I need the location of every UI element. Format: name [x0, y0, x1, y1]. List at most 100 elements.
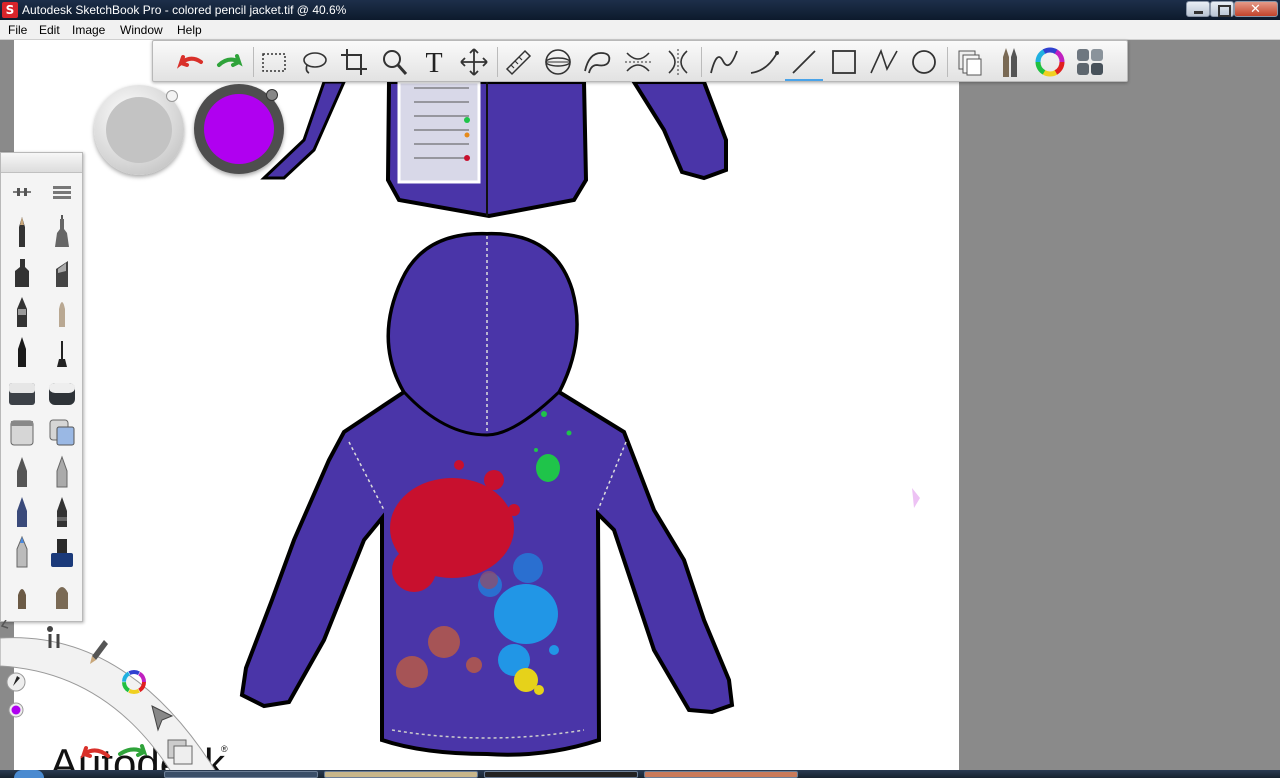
jacket-back-view [239, 231, 920, 757]
menu-help[interactable]: Help [177, 23, 202, 37]
puck-handle[interactable] [166, 90, 178, 102]
curve-line-tool[interactable] [745, 43, 783, 81]
taskbar-item[interactable] [324, 771, 478, 778]
puck-face [106, 97, 172, 163]
maximize-button[interactable] [1210, 1, 1234, 17]
symmetry-y-icon [668, 49, 688, 75]
redo-arrow-icon [217, 54, 243, 67]
taskbar-item[interactable] [484, 771, 638, 778]
lagoon-current-color[interactable] [8, 702, 24, 718]
ink-bottle-icon [51, 539, 73, 567]
line-icon [792, 50, 816, 74]
brush-fill-sample[interactable] [45, 415, 79, 449]
menu-edit[interactable]: Edit [39, 23, 60, 37]
brush-ink-well[interactable] [45, 535, 79, 569]
menu-window[interactable]: Window [120, 23, 163, 37]
brush-size-puck[interactable] [94, 85, 184, 175]
taskbar-item[interactable] [644, 771, 798, 778]
copic-library-button[interactable] [1071, 43, 1109, 81]
brush-pencil[interactable] [5, 215, 39, 249]
brush-fine-marker[interactable] [5, 535, 39, 569]
brush-palette-button[interactable] [991, 43, 1029, 81]
color-wheel-button[interactable] [1031, 43, 1069, 81]
close-button[interactable] [1234, 0, 1278, 20]
select-rect-tool[interactable] [255, 43, 293, 81]
brush-bristle[interactable] [5, 577, 39, 611]
move-tool[interactable] [455, 43, 493, 81]
lasso-tool[interactable] [295, 43, 333, 81]
brush-ballpoint[interactable] [5, 295, 39, 329]
layer-editor-button[interactable] [951, 43, 989, 81]
toolbar-separator [497, 47, 498, 77]
crop-tool[interactable] [335, 43, 373, 81]
menu-image[interactable]: Image [72, 23, 105, 37]
menu-file[interactable]: File [8, 23, 27, 37]
toolbar-separator [253, 47, 254, 77]
brush-flat-bristle[interactable] [45, 577, 79, 611]
app-icon[interactable]: S [2, 2, 18, 18]
paintbrush-icon [59, 302, 65, 327]
brush-soft-eraser[interactable] [45, 375, 79, 409]
brush-palette-header[interactable] [1, 153, 82, 173]
toolbar-separator [947, 47, 948, 77]
ellipse-tool[interactable] [905, 43, 943, 81]
redo-button[interactable] [211, 43, 249, 81]
rect-select-icon [262, 53, 286, 72]
magnifier-icon [383, 50, 408, 75]
ellipse-icon [912, 50, 936, 74]
freehand-line-tool[interactable] [705, 43, 743, 81]
ruler-tool[interactable] [499, 43, 537, 81]
brush-smear[interactable] [5, 455, 39, 489]
color-puck[interactable] [194, 84, 284, 174]
brush-synthetic-pen[interactable] [5, 495, 39, 529]
brush-paintbrush[interactable] [45, 295, 79, 329]
brush-fill-bucket[interactable] [5, 415, 39, 449]
lasso-icon [303, 52, 327, 74]
menu-bar: File Edit Image Window Help [0, 20, 1280, 40]
brush-marker[interactable] [5, 255, 39, 289]
text-tool[interactable]: T [415, 43, 453, 81]
brush-blur[interactable] [45, 455, 79, 489]
taskbar-item[interactable] [164, 771, 318, 778]
polyline-tool[interactable] [865, 43, 903, 81]
undo-arrow-icon [176, 55, 203, 69]
brush-felt-pen[interactable] [45, 495, 79, 529]
brush-inkpen[interactable] [5, 335, 39, 369]
undo-button[interactable] [171, 43, 209, 81]
soft-eraser-icon [49, 383, 75, 405]
start-button[interactable] [14, 770, 44, 778]
fine-marker-icon [16, 535, 28, 568]
smear-icon [17, 457, 27, 487]
technical-pen-icon [55, 215, 69, 247]
ruler-icon [505, 49, 532, 76]
brush-list-button[interactable] [45, 175, 79, 209]
svg-text:T: T [425, 48, 442, 79]
puck-handle[interactable] [266, 89, 278, 101]
airbrush-icon [57, 341, 67, 367]
rectangle-icon [832, 50, 856, 74]
zoom-tool[interactable] [375, 43, 413, 81]
brush-airbrush[interactable] [45, 335, 79, 369]
flat-brush-icon [56, 587, 68, 609]
brush-technical-pen[interactable] [45, 215, 79, 249]
brush-hard-eraser[interactable] [5, 375, 39, 409]
lagoon-brush-size-indicator[interactable] [6, 672, 26, 692]
ellipse-guide-tool[interactable] [539, 43, 577, 81]
swatch-grid-icon [1077, 49, 1103, 75]
minimize-button[interactable] [1186, 1, 1210, 17]
list-icon [53, 186, 71, 199]
straight-line-tool[interactable] [785, 43, 823, 81]
rectangle-tool[interactable] [825, 43, 863, 81]
symmetry-x-tool[interactable] [619, 43, 657, 81]
polyline-icon [870, 48, 898, 74]
brush-properties-button[interactable] [5, 175, 39, 209]
brush-chisel-marker[interactable] [45, 255, 79, 289]
crop-icon [341, 49, 367, 75]
symmetry-y-tool[interactable] [659, 43, 697, 81]
french-curve-tool[interactable] [579, 43, 617, 81]
jacket-front-view [260, 80, 728, 219]
freehand-stroke-icon [710, 50, 738, 74]
curve-icon [750, 51, 779, 74]
brush-palette [0, 152, 83, 622]
pencil-icon [19, 217, 25, 247]
